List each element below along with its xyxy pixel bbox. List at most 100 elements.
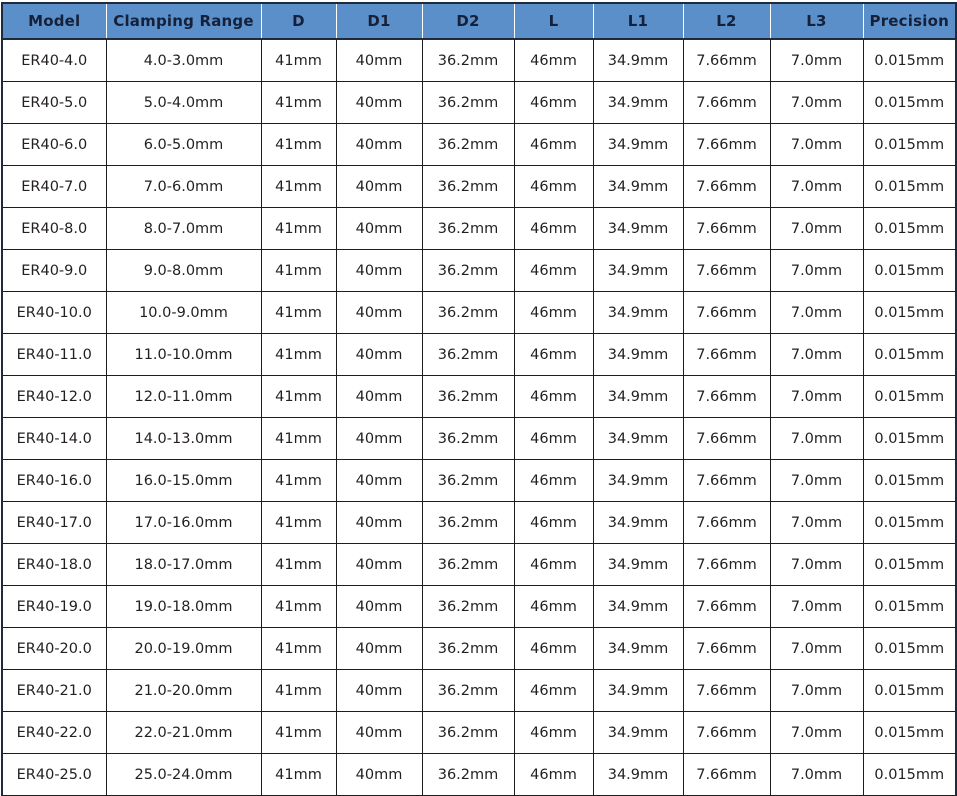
cell-d: 41mm [261, 39, 337, 82]
cell-d: 41mm [261, 627, 337, 670]
cell-l: 46mm [514, 123, 594, 166]
table-row: ER40-6.0 6.0-5.0mm 41mm 40mm 36.2mm 46mm 34.9m… [2, 123, 956, 166]
cell-l2: 7.66mm [683, 669, 771, 712]
table-row: ER40-22.0 22.0-21.0mm 41mm 40mm 36.2mm 46mm 34… [2, 711, 956, 754]
column-header-precision[interactable]: Precision [863, 3, 956, 40]
cell-d: 41mm [261, 459, 337, 502]
column-header-clamping-range[interactable]: Clamping Range [106, 3, 262, 40]
cell-model: ER40-25.0 [2, 753, 107, 796]
cell-model: ER40-9.0 [2, 249, 107, 292]
cell-clamping-range: 4.0-3.0mm [106, 39, 262, 82]
cell-d1: 40mm [336, 375, 423, 418]
cell-l1: 34.9mm [593, 627, 684, 670]
table-row: ER40-16.0 16.0-15.0mm 41mm 40mm 36.2mm 46mm 34… [2, 459, 956, 502]
cell-l3: 7.0mm [770, 207, 864, 250]
cell-l2: 7.66mm [683, 165, 771, 208]
cell-model: ER40-6.0 [2, 123, 107, 166]
cell-l2: 7.66mm [683, 123, 771, 166]
cell-d2: 36.2mm [422, 585, 515, 628]
cell-d2: 36.2mm [422, 165, 515, 208]
column-header-model[interactable]: Model [2, 3, 107, 40]
cell-d1: 40mm [336, 459, 423, 502]
cell-clamping-range: 8.0-7.0mm [106, 207, 262, 250]
cell-model: ER40-4.0 [2, 39, 107, 82]
cell-d2: 36.2mm [422, 753, 515, 796]
cell-l3: 7.0mm [770, 585, 864, 628]
cell-l2: 7.66mm [683, 501, 771, 544]
cell-l1: 34.9mm [593, 375, 684, 418]
cell-l1: 34.9mm [593, 207, 684, 250]
cell-d: 41mm [261, 417, 337, 460]
cell-l3: 7.0mm [770, 375, 864, 418]
cell-l3: 7.0mm [770, 123, 864, 166]
cell-d1: 40mm [336, 165, 423, 208]
column-header-l[interactable]: L [514, 3, 594, 40]
cell-d: 41mm [261, 123, 337, 166]
cell-l: 46mm [514, 627, 594, 670]
cell-clamping-range: 5.0-4.0mm [106, 81, 262, 124]
cell-d: 41mm [261, 165, 337, 208]
cell-precision: 0.015mm [863, 669, 956, 712]
cell-l: 46mm [514, 459, 594, 502]
cell-l2: 7.66mm [683, 81, 771, 124]
column-header-d[interactable]: D [261, 3, 337, 40]
cell-precision: 0.015mm [863, 501, 956, 544]
cell-d1: 40mm [336, 669, 423, 712]
cell-precision: 0.015mm [863, 585, 956, 628]
cell-l3: 7.0mm [770, 39, 864, 82]
table-header-row: Model Clamping Range D D1 D2 L L1 L2 L3 Precision [2, 3, 956, 40]
table-row: ER40-11.0 11.0-10.0mm 41mm 40mm 36.2mm 46mm 34… [2, 333, 956, 376]
cell-l1: 34.9mm [593, 417, 684, 460]
cell-clamping-range: 12.0-11.0mm [106, 375, 262, 418]
cell-l1: 34.9mm [593, 543, 684, 586]
cell-l: 46mm [514, 249, 594, 292]
cell-model: ER40-20.0 [2, 627, 107, 670]
cell-clamping-range: 6.0-5.0mm [106, 123, 262, 166]
cell-d2: 36.2mm [422, 249, 515, 292]
table-header: Model Clamping Range D D1 D2 L L1 L2 L3 Precision [2, 3, 956, 40]
cell-l1: 34.9mm [593, 39, 684, 82]
cell-precision: 0.015mm [863, 123, 956, 166]
cell-d: 41mm [261, 81, 337, 124]
cell-d: 41mm [261, 375, 337, 418]
cell-d: 41mm [261, 291, 337, 334]
cell-d1: 40mm [336, 249, 423, 292]
cell-precision: 0.015mm [863, 39, 956, 82]
column-header-d1[interactable]: D1 [336, 3, 423, 40]
cell-l: 46mm [514, 417, 594, 460]
cell-l1: 34.9mm [593, 459, 684, 502]
cell-l3: 7.0mm [770, 333, 864, 376]
cell-clamping-range: 21.0-20.0mm [106, 669, 262, 712]
cell-model: ER40-18.0 [2, 543, 107, 586]
cell-model: ER40-10.0 [2, 291, 107, 334]
cell-l1: 34.9mm [593, 249, 684, 292]
cell-d: 41mm [261, 207, 337, 250]
cell-l1: 34.9mm [593, 333, 684, 376]
column-header-l3[interactable]: L3 [770, 3, 864, 40]
cell-clamping-range: 11.0-10.0mm [106, 333, 262, 376]
cell-l1: 34.9mm [593, 165, 684, 208]
table-row: ER40-19.0 19.0-18.0mm 41mm 40mm 36.2mm 46mm 34… [2, 585, 956, 628]
cell-l: 46mm [514, 585, 594, 628]
table-row: ER40-21.0 21.0-20.0mm 41mm 40mm 36.2mm 46mm 34… [2, 669, 956, 712]
cell-l1: 34.9mm [593, 501, 684, 544]
column-header-l1[interactable]: L1 [593, 3, 684, 40]
cell-d2: 36.2mm [422, 375, 515, 418]
cell-l1: 34.9mm [593, 753, 684, 796]
table-row: ER40-14.0 14.0-13.0mm 41mm 40mm 36.2mm 46mm 34… [2, 417, 956, 460]
cell-model: ER40-7.0 [2, 165, 107, 208]
cell-l1: 34.9mm [593, 123, 684, 166]
cell-l2: 7.66mm [683, 207, 771, 250]
cell-l: 46mm [514, 501, 594, 544]
cell-l: 46mm [514, 669, 594, 712]
table-row: ER40-7.0 7.0-6.0mm 41mm 40mm 36.2mm 46mm 34.9m… [2, 165, 956, 208]
column-header-d2[interactable]: D2 [422, 3, 515, 40]
cell-l1: 34.9mm [593, 291, 684, 334]
cell-clamping-range: 16.0-15.0mm [106, 459, 262, 502]
cell-d1: 40mm [336, 501, 423, 544]
column-header-l2[interactable]: L2 [683, 3, 771, 40]
table-row: ER40-4.0 4.0-3.0mm 41mm 40mm 36.2mm 46mm 34.9m… [2, 39, 956, 82]
cell-l: 46mm [514, 291, 594, 334]
cell-model: ER40-14.0 [2, 417, 107, 460]
cell-l1: 34.9mm [593, 669, 684, 712]
